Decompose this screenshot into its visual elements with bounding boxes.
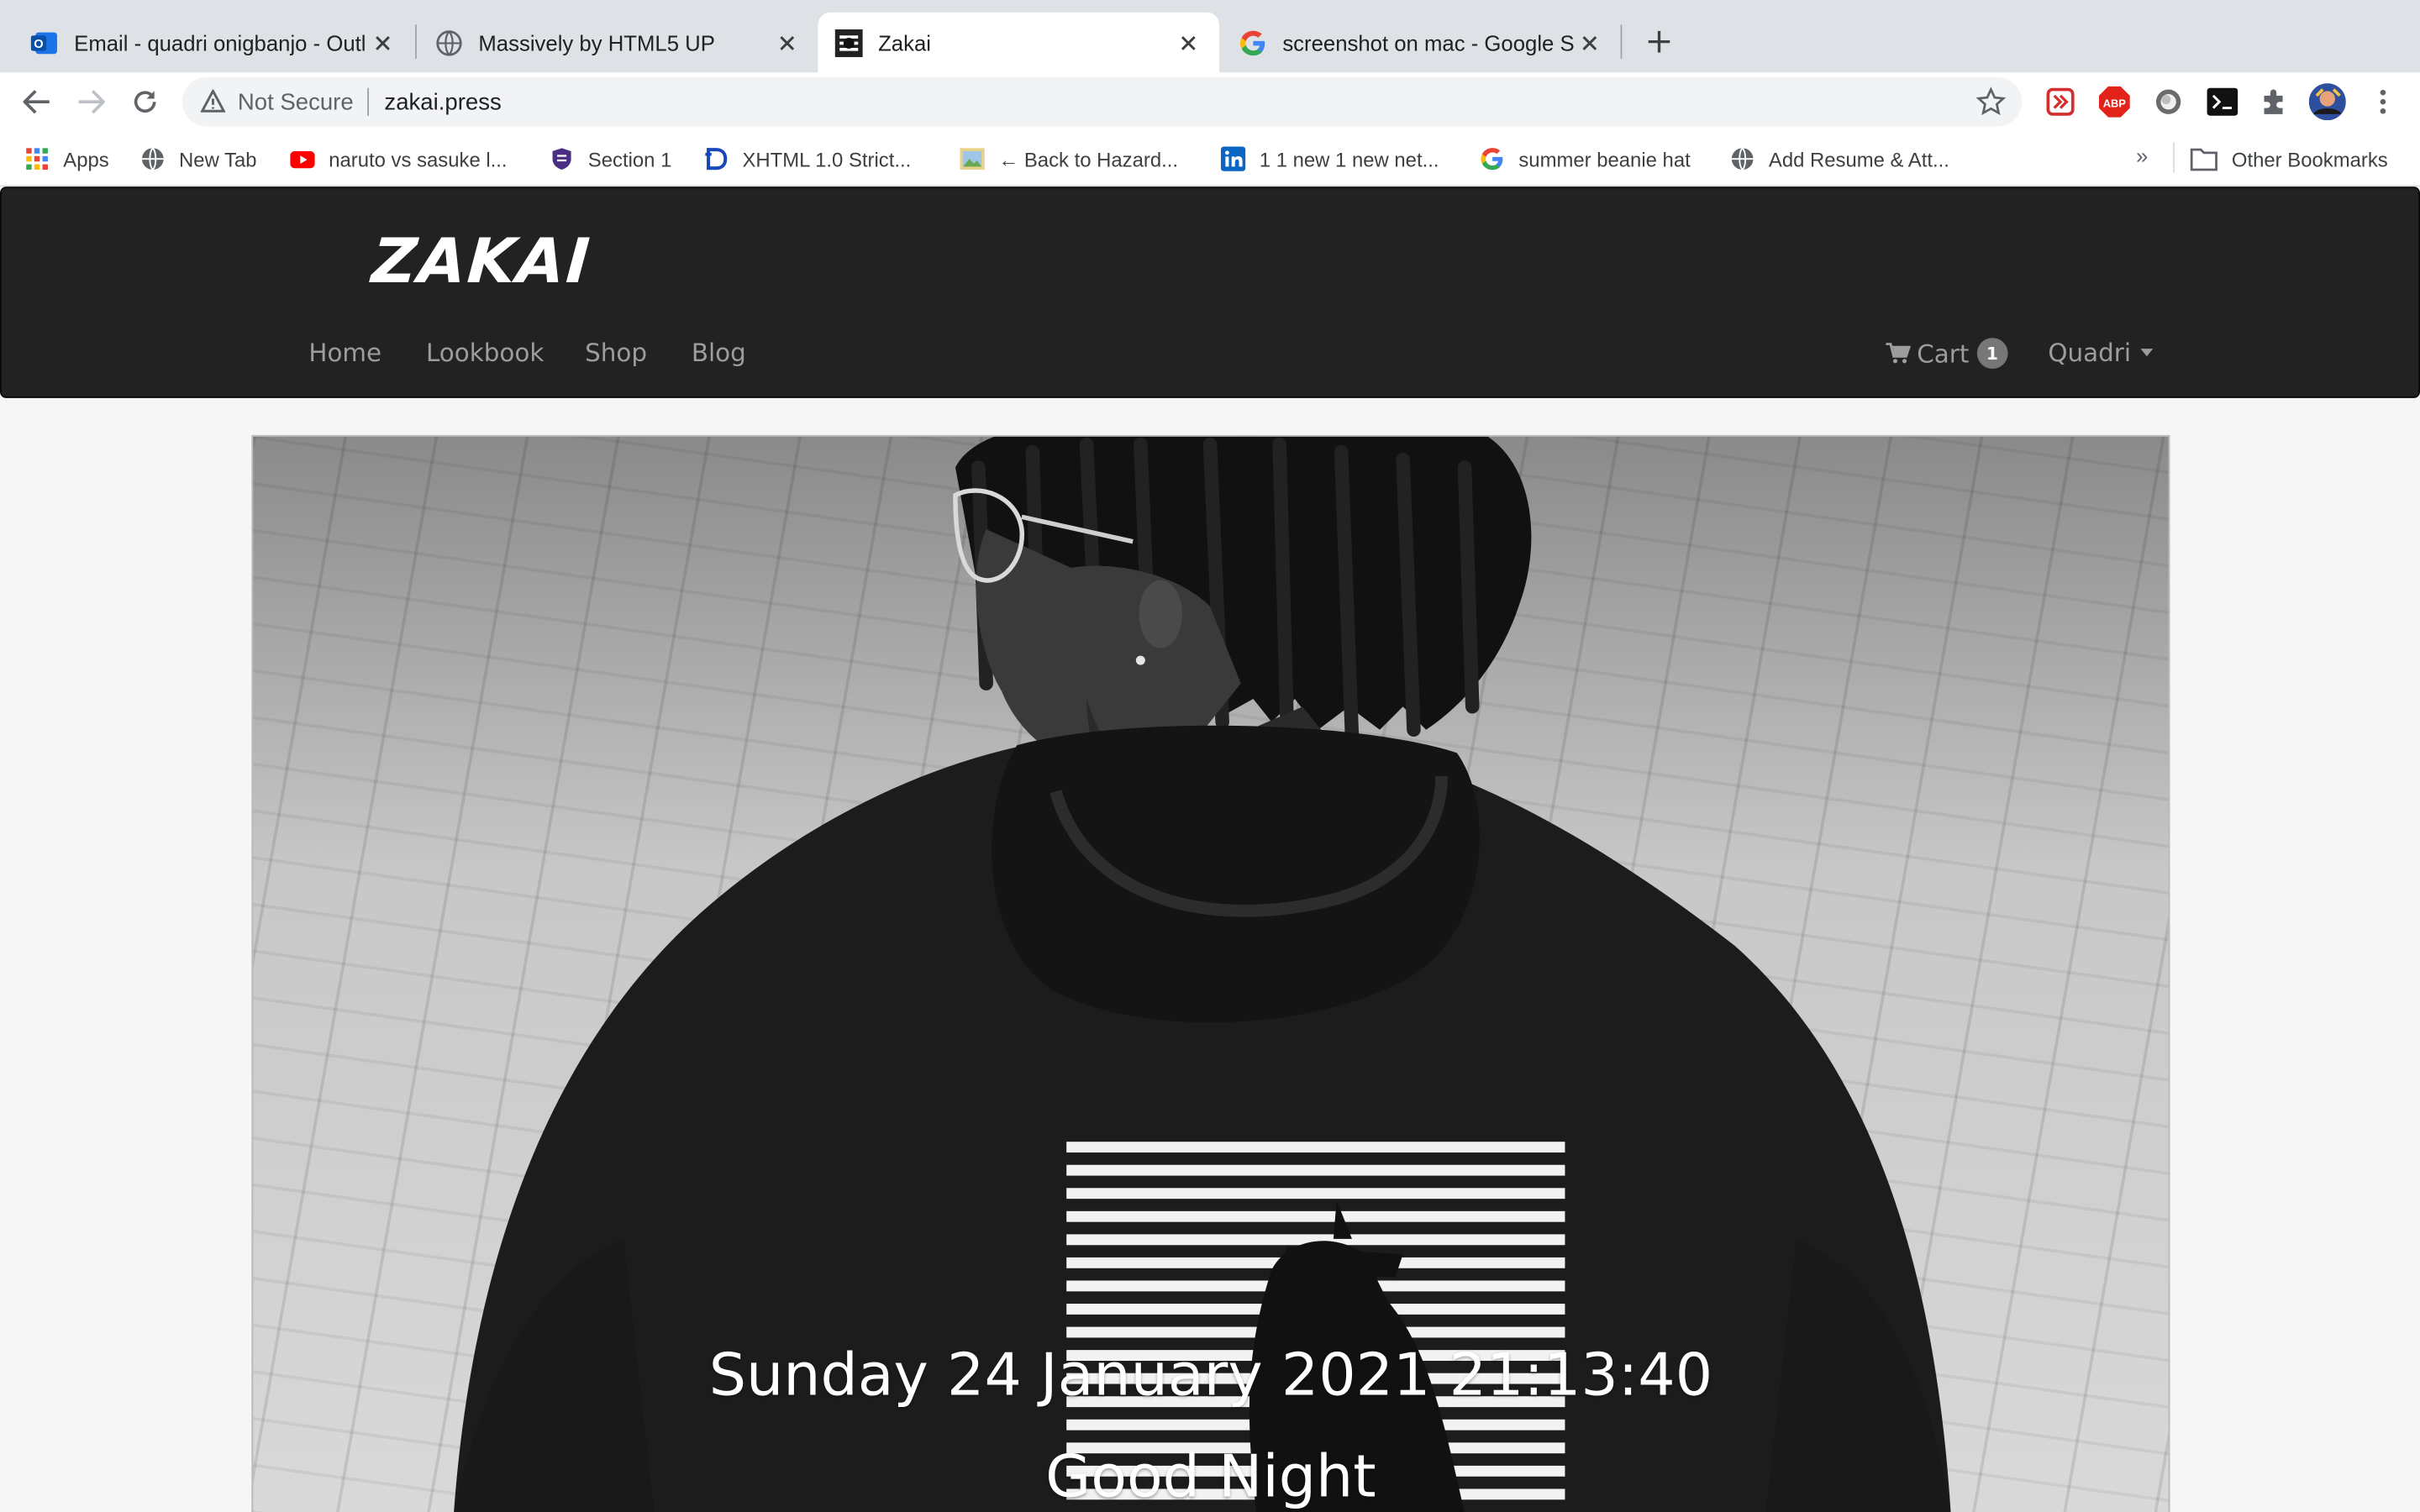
omnibox-divider [367, 87, 370, 116]
bookmark-label: naruto vs sasuke l... [329, 147, 508, 171]
apps-grid-icon [26, 148, 48, 171]
bookmark-label: Apps [63, 147, 109, 171]
tab-email[interactable]: O Email - quadri onigbanjo - Outl [0, 13, 413, 73]
bookmark-label: 1 1 new 1 new net... [1259, 147, 1439, 171]
svg-text:ABP: ABP [2103, 97, 2127, 110]
site-navbar: ZAKAI Home Lookbook Shop Blog Cart 1 Qua… [0, 186, 2420, 398]
extension-1-icon[interactable] [2042, 83, 2079, 120]
bookmark-youtube[interactable]: naruto vs sasuke l... [290, 144, 508, 175]
browser-toolbar: Not Secure zakai.press ABP [0, 72, 2420, 132]
security-status[interactable]: Not Secure [238, 89, 354, 115]
bookmark-label: New Tab [179, 147, 257, 171]
shopping-cart-icon [1886, 343, 1911, 364]
bookmarks-separator [2173, 141, 2175, 173]
tab-title: Massively by HTML5 UP [478, 29, 715, 55]
hero-greeting: Good Night [1045, 1442, 1376, 1511]
terminal-icon[interactable] [2204, 83, 2241, 120]
bookmark-add-resume[interactable]: Add Resume & Att... [1730, 144, 1949, 175]
address-bar[interactable]: Not Secure zakai.press [182, 76, 2023, 127]
forward-button[interactable] [71, 81, 111, 122]
nav-shop[interactable]: Shop [585, 338, 647, 367]
google-icon [1239, 29, 1265, 55]
image-icon [960, 148, 985, 171]
close-tab-icon[interactable] [771, 27, 802, 58]
bookmark-label: ← Back to Hazard... [998, 147, 1179, 171]
site-logo[interactable]: ZAKAI [370, 227, 593, 297]
bookmarks-bar: Apps New Tab naruto vs sasuke l... Secti… [0, 131, 2420, 187]
user-menu-dropdown[interactable]: Quadri [2048, 338, 2153, 368]
tab-massively[interactable]: Massively by HTML5 UP [404, 13, 818, 73]
tab-separator [1620, 24, 1623, 59]
nav-home[interactable]: Home [308, 338, 381, 367]
arrow-left-icon [23, 90, 50, 114]
hero-datetime: Sunday 24 January 2021 21:13:40 [708, 1341, 1713, 1409]
adblock-plus-icon[interactable]: ABP [2096, 83, 2133, 120]
other-bookmarks[interactable]: Other Bookmarks [2190, 144, 2388, 175]
bookmark-label: Add Resume & Att... [1768, 147, 1949, 171]
globe-icon [436, 29, 462, 55]
bookmark-label: XHTML 1.0 Strict... [742, 147, 912, 171]
bookmark-summer-beanie[interactable]: summer beanie hat [1480, 144, 1691, 175]
globe-icon [1731, 147, 1754, 171]
extension-circle-icon[interactable] [2150, 83, 2187, 120]
tab-zakai[interactable]: Zakai [818, 12, 1220, 73]
globe-icon [141, 147, 164, 171]
reload-button[interactable] [125, 81, 166, 122]
nav-lookbook[interactable]: Lookbook [426, 338, 544, 367]
bookmark-star-icon[interactable] [1975, 87, 2007, 118]
url-text[interactable]: zakai.press [384, 89, 501, 115]
d-logo-icon [705, 148, 728, 171]
extensions-puzzle-icon[interactable] [2256, 83, 2293, 120]
hero-banner: Sunday 24 January 2021 21:13:40 Good Nig… [251, 434, 2170, 1512]
cart-label: Cart [1917, 339, 1970, 369]
bookmark-new-tab[interactable]: New Tab [140, 144, 257, 175]
plus-icon [1648, 30, 1670, 53]
browser-menu-icon[interactable] [2365, 83, 2402, 120]
folder-icon [2190, 148, 2217, 171]
warning-icon [200, 89, 226, 113]
google-icon [1481, 148, 1503, 171]
back-button[interactable] [17, 81, 57, 122]
user-name: Quadri [2048, 338, 2132, 368]
new-tab-button[interactable] [1639, 22, 1680, 62]
close-tab-icon[interactable] [1173, 27, 1204, 58]
reload-icon [134, 91, 156, 113]
tab-title: Zakai [878, 29, 931, 55]
bookmark-apps[interactable]: Apps [24, 144, 109, 175]
tab-strip: O Email - quadri onigbanjo - Outl Massiv… [0, 0, 2420, 73]
bookmark-label: Other Bookmarks [2231, 147, 2388, 171]
bookmark-back-to-hazard[interactable]: ← Back to Hazard... [960, 144, 1178, 175]
shield-icon [552, 148, 571, 171]
bookmark-xhtml[interactable]: XHTML 1.0 Strict... [704, 144, 912, 175]
arrow-right-icon [78, 90, 105, 114]
bookmark-section-1[interactable]: Section 1 [550, 144, 671, 175]
tab-title: screenshot on mac - Google Se [1282, 29, 1575, 55]
bookmark-label: Section 1 [587, 147, 672, 171]
linkedin-icon [1220, 146, 1246, 171]
svg-text:O: O [34, 37, 43, 50]
close-tab-icon[interactable] [1574, 27, 1605, 58]
bookmark-linkedin[interactable]: 1 1 new 1 new net... [1220, 144, 1439, 175]
close-tab-icon[interactable] [367, 27, 398, 58]
nav-blog[interactable]: Blog [692, 338, 746, 367]
bookmarks-overflow-button[interactable]: » [2136, 144, 2148, 168]
tab-google-search[interactable]: screenshot on mac - Google Se [1219, 13, 1621, 73]
cart-count-badge: 1 [1976, 338, 2008, 369]
bookmark-label: summer beanie hat [1518, 147, 1691, 171]
tab-title: Email - quadri onigbanjo - Outl [74, 29, 366, 55]
youtube-icon [290, 151, 315, 169]
cart-link[interactable]: Cart 1 [1886, 338, 2008, 369]
caret-down-icon [2140, 349, 2153, 357]
outlook-icon: O [30, 31, 57, 54]
zakai-favicon [834, 28, 863, 57]
profile-avatar[interactable] [2308, 83, 2346, 121]
